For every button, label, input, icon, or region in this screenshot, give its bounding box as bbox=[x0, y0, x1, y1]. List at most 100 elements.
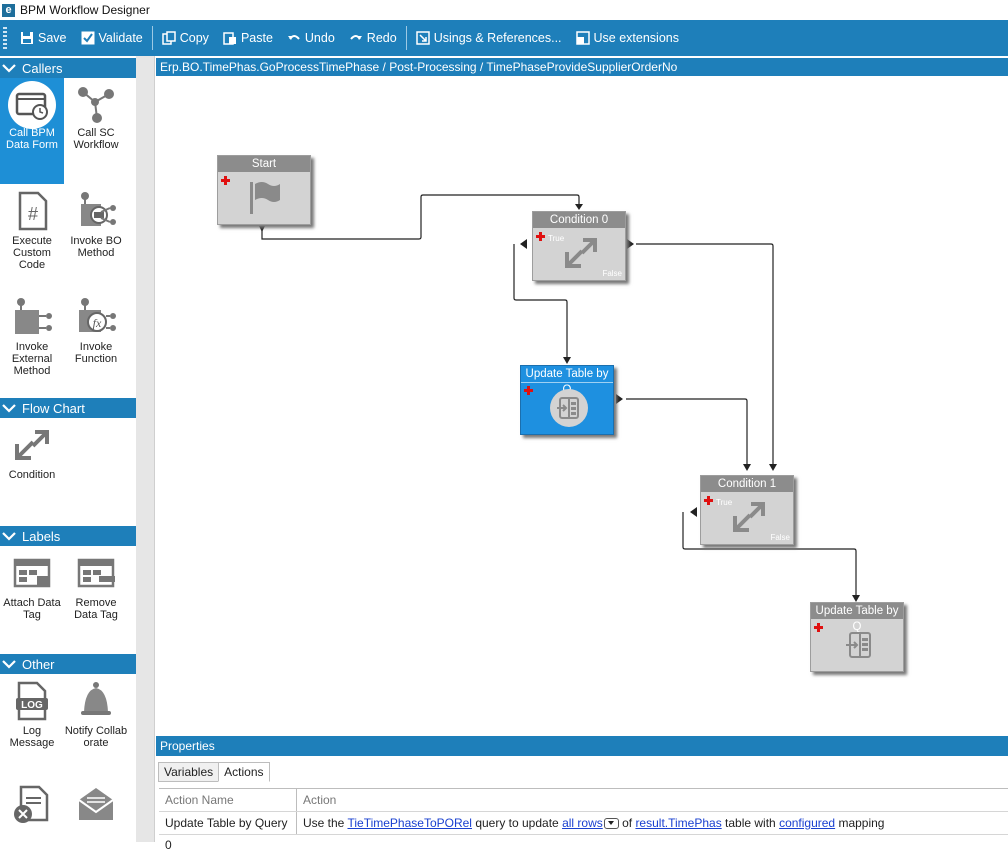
toolbar-grip[interactable] bbox=[3, 27, 7, 49]
save-icon bbox=[20, 31, 34, 45]
mapping-link[interactable]: configured bbox=[779, 816, 835, 830]
copy-icon bbox=[162, 31, 176, 45]
validate-button[interactable]: Validate bbox=[74, 24, 150, 52]
action-text: mapping bbox=[835, 816, 885, 830]
condition-icon bbox=[11, 424, 53, 466]
node-condition-1[interactable]: Condition 1 True False bbox=[700, 475, 794, 545]
section-header-other[interactable]: Other bbox=[0, 654, 136, 674]
tool-invoke-external-method[interactable]: Invoke External Method bbox=[0, 292, 64, 396]
paste-label: Paste bbox=[240, 31, 273, 45]
svg-text:#: # bbox=[28, 204, 38, 224]
tool-attach-data-tag[interactable]: Attach Data Tag bbox=[0, 548, 64, 638]
remove-tag-icon bbox=[75, 552, 117, 594]
node-start[interactable]: Start bbox=[217, 155, 311, 225]
redo-button[interactable]: Redo bbox=[342, 24, 404, 52]
column-header-action-name[interactable]: Action Name bbox=[159, 789, 297, 811]
validate-label: Validate bbox=[98, 31, 143, 45]
tool-log-message[interactable]: LOG Log Message bbox=[0, 676, 64, 778]
node-update-table-0[interactable]: Update Table by Q bbox=[520, 365, 614, 435]
usings-references-button[interactable]: Usings & References... bbox=[409, 24, 569, 52]
tool-send-mail[interactable] bbox=[64, 780, 128, 842]
action-text: Use the bbox=[303, 816, 348, 830]
action-text: table with bbox=[721, 816, 780, 830]
tool-label: Call SC Workflow bbox=[73, 127, 119, 151]
tab-variables[interactable]: Variables bbox=[158, 762, 220, 782]
section-label: Other bbox=[22, 656, 55, 672]
bell-icon bbox=[75, 680, 117, 722]
condition-icon bbox=[731, 500, 767, 536]
tool-invoke-bo-method[interactable]: Invoke BO Method bbox=[64, 186, 128, 290]
title-bar: e BPM Workflow Designer bbox=[0, 0, 1008, 20]
query-link[interactable]: TieTimePhaseToPORel bbox=[347, 816, 472, 830]
properties-title: Properties bbox=[156, 736, 1008, 756]
properties-panel: Properties Variables Actions Action Name… bbox=[156, 736, 1008, 852]
tool-condition[interactable]: Condition bbox=[0, 420, 64, 510]
flag-icon bbox=[248, 180, 284, 216]
tool-notify-collaborate[interactable]: Notify Collaborate bbox=[64, 676, 128, 778]
breadcrumb: Erp.BO.TimePhas.GoProcessTimePhase / Pos… bbox=[156, 58, 1008, 76]
node-title: Condition 0 bbox=[533, 212, 625, 228]
undo-button[interactable]: Undo bbox=[280, 24, 342, 52]
section-label: Labels bbox=[22, 528, 61, 544]
workflow-icon bbox=[75, 82, 117, 124]
section-header-labels[interactable]: Labels bbox=[0, 526, 136, 546]
section-header-callers[interactable]: Callers bbox=[0, 58, 136, 78]
tool-execute-custom-code[interactable]: # Execute Custom Code bbox=[0, 186, 64, 290]
rows-dropdown-icon[interactable] bbox=[603, 818, 619, 830]
paste-icon bbox=[223, 31, 237, 45]
log-file-icon: LOG bbox=[11, 680, 53, 722]
table-link[interactable]: result.TimePhas bbox=[635, 816, 721, 830]
node-update-table-1[interactable]: Update Table by Q bbox=[810, 602, 904, 672]
node-title: Update Table by Q bbox=[811, 603, 903, 633]
attach-tag-icon bbox=[11, 552, 53, 594]
log-icon-text: LOG bbox=[21, 700, 43, 711]
true-label: True bbox=[716, 498, 733, 507]
tool-label: Attach Data Tag bbox=[3, 597, 61, 621]
external-method-icon bbox=[11, 296, 53, 338]
tool-call-bpm-data-form[interactable]: Call BPM Data Form bbox=[0, 78, 64, 184]
tool-remove-data-tag[interactable]: Remove Data Tag bbox=[64, 548, 128, 638]
use-extensions-button[interactable]: Use extensions bbox=[569, 24, 686, 52]
action-text: of bbox=[618, 816, 636, 830]
copy-label: Copy bbox=[179, 31, 209, 45]
add-icon[interactable] bbox=[524, 386, 533, 395]
add-icon[interactable] bbox=[704, 496, 713, 505]
properties-tabs: Variables Actions bbox=[158, 762, 270, 782]
toolbox-sidebar: Callers Call BPM Data Form Call SC Workf… bbox=[0, 56, 136, 842]
condition-icon bbox=[563, 236, 599, 272]
section-label: Flow Chart bbox=[22, 400, 85, 416]
toolbar: Save Validate Copy Paste Undo Redo Using… bbox=[0, 20, 1008, 56]
column-header-action[interactable]: Action bbox=[297, 789, 1008, 811]
section-header-flow-chart[interactable]: Flow Chart bbox=[0, 398, 136, 418]
svg-text:fx: fx bbox=[93, 316, 102, 330]
false-label: False bbox=[602, 269, 622, 278]
node-condition-0[interactable]: Condition 0 True False bbox=[532, 211, 626, 281]
action-description-cell: Use the TieTimePhaseToPORel query to upd… bbox=[297, 812, 1008, 834]
window-title: BPM Workflow Designer bbox=[20, 3, 150, 17]
paste-button[interactable]: Paste bbox=[216, 24, 280, 52]
toolbar-separator bbox=[405, 26, 407, 50]
checkbox-icon bbox=[81, 31, 95, 45]
tool-invoke-function[interactable]: fx Invoke Function bbox=[64, 292, 128, 396]
copy-button[interactable]: Copy bbox=[155, 24, 216, 52]
true-label: True bbox=[548, 234, 565, 243]
tool-call-sc-workflow[interactable]: Call SC Workflow bbox=[64, 78, 128, 184]
tool-label: Remove Data Tag bbox=[74, 597, 118, 621]
add-icon[interactable] bbox=[814, 623, 823, 632]
tool-delete-file[interactable] bbox=[0, 780, 64, 842]
save-button[interactable]: Save bbox=[13, 24, 74, 52]
save-label: Save bbox=[38, 31, 67, 45]
table-row[interactable]: Update Table by Query 0 Use the TieTimeP… bbox=[159, 812, 1008, 852]
rows-link[interactable]: all rows bbox=[562, 816, 603, 830]
update-table-icon bbox=[841, 627, 877, 663]
update-table-icon bbox=[550, 389, 588, 427]
add-icon[interactable] bbox=[221, 176, 230, 185]
toolbox-scrollbar[interactable] bbox=[136, 56, 155, 842]
extensions-label: Use extensions bbox=[593, 31, 679, 45]
tab-actions[interactable]: Actions bbox=[218, 762, 270, 782]
toolbar-separator bbox=[151, 26, 153, 50]
add-icon[interactable] bbox=[536, 232, 545, 241]
undo-icon bbox=[287, 31, 301, 45]
false-label: False bbox=[770, 533, 790, 542]
tool-label: Invoke External Method bbox=[11, 341, 53, 377]
